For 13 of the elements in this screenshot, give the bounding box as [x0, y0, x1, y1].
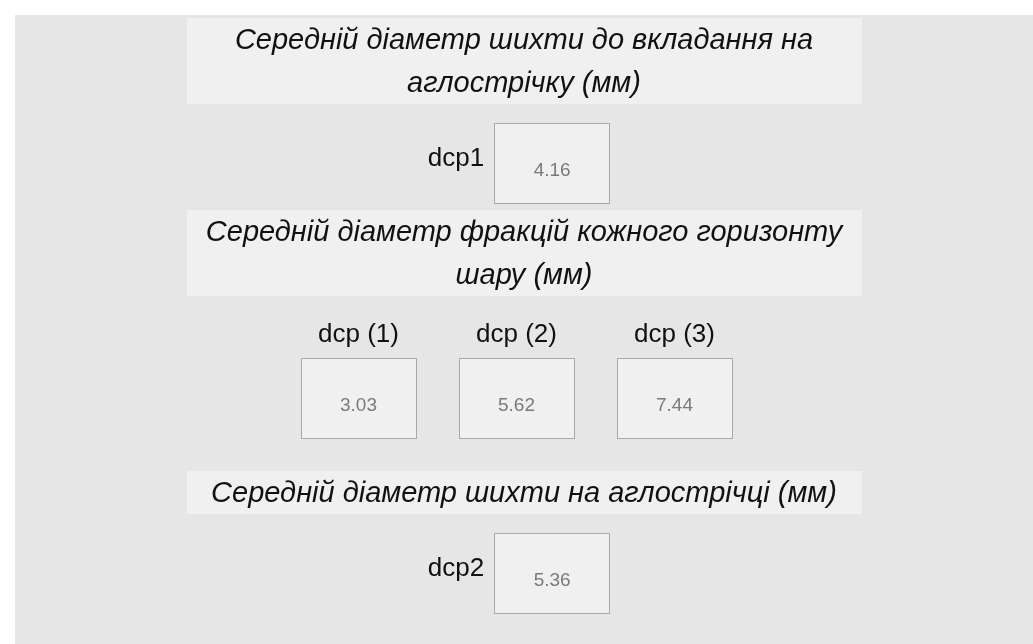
- value-field[interactable]: 3.03: [300, 358, 417, 439]
- value-field[interactable]: 4.16: [494, 123, 611, 204]
- section-heading: Середній діаметр шихти на аглострічці (мм): [186, 471, 862, 514]
- field-label: dcp (1): [318, 318, 399, 348]
- field-label: dcp (2): [476, 318, 557, 348]
- field-label: dcp1: [427, 141, 485, 174]
- section-heading: Середній діаметр фракцій кожного горизонту шару (мм): [186, 210, 862, 296]
- section-heading: Середній діаметр шихти до вкладання на аглострічку (мм): [186, 18, 862, 104]
- value-field[interactable]: 7.44: [616, 358, 733, 439]
- value-field[interactable]: 5.36: [494, 533, 611, 614]
- field-label: dcp (3): [634, 318, 715, 348]
- field-label: dcp2: [427, 551, 485, 584]
- value-field[interactable]: 5.62: [458, 358, 575, 439]
